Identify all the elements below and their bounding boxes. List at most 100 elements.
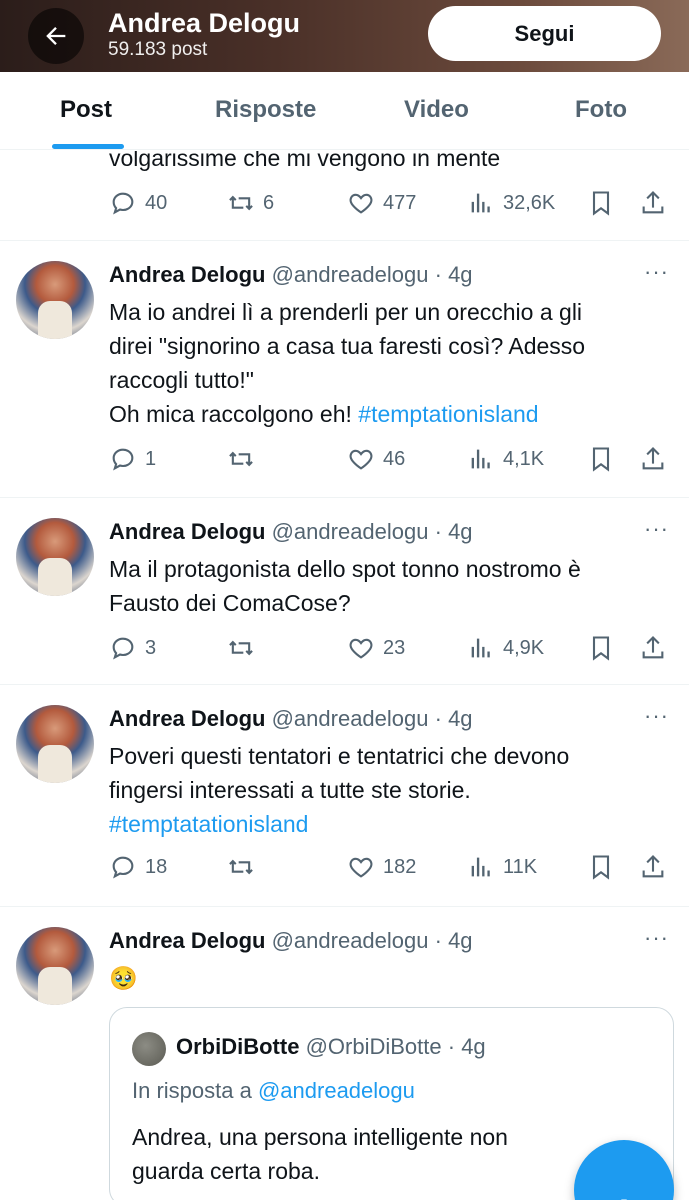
share-icon (642, 191, 664, 214)
like-button[interactable]: 182 (347, 851, 416, 883)
like-button[interactable]: 477 (347, 187, 416, 219)
author-name[interactable]: Andrea Delogu (109, 519, 265, 544)
reply-prefix: In risposta a (132, 1078, 252, 1103)
tab-foto[interactable]: Foto (575, 96, 627, 124)
tweet-text: 🥹 (109, 965, 138, 991)
view-count: 11K (503, 855, 538, 878)
profile-tabs: Post Risposte Video Foto (0, 72, 689, 150)
share-button[interactable] (639, 187, 667, 219)
views-button[interactable]: 4,9K (467, 632, 544, 664)
author-handle: @andreadelogu (271, 262, 429, 287)
hashtag-link[interactable]: #temptationisland (358, 401, 538, 427)
retweet-icon (229, 195, 253, 211)
like-count: 46 (383, 447, 406, 470)
tab-video[interactable]: Video (404, 96, 469, 124)
tweet-meta: Andrea Delogu @andreadelogu · 4g (109, 705, 473, 733)
views-button[interactable]: 4,1K (467, 443, 544, 475)
share-icon (642, 636, 664, 659)
bookmark-button[interactable] (587, 632, 615, 664)
tweet-time: · 4g (434, 928, 473, 953)
active-tab-indicator (52, 144, 124, 149)
bookmark-icon (592, 855, 610, 880)
heart-icon (349, 638, 373, 659)
tweet-text: volgarissime che mi vengono in mente (109, 151, 501, 171)
heart-icon (349, 449, 373, 470)
like-button[interactable]: 23 (347, 632, 405, 664)
avatar[interactable] (16, 927, 94, 1005)
bookmark-button[interactable] (587, 851, 615, 883)
tweet-partial[interactable]: volgarissime che mi vengono in mente 40 … (0, 151, 689, 241)
share-button[interactable] (639, 632, 667, 664)
reply-icon (112, 856, 134, 879)
heart-icon (349, 193, 373, 214)
profile-header: Andrea Delogu 59.183 post Segui (0, 0, 689, 72)
author-name[interactable]: Andrea Delogu (109, 262, 265, 287)
tweet-time: · 4g (434, 262, 473, 287)
avatar[interactable] (16, 518, 94, 596)
avatar[interactable] (16, 705, 94, 783)
quote-author-name: OrbiDiBotte (176, 1034, 300, 1059)
like-button[interactable]: 46 (347, 443, 405, 475)
reply-count: 3 (145, 636, 157, 659)
more-options-icon[interactable]: ··· (644, 703, 669, 729)
tweet-text: Ma io andrei lì a prenderli per un orecc… (109, 295, 674, 431)
tweet-meta: Andrea Delogu @andreadelogu · 4g (109, 518, 473, 546)
retweet-icon (229, 859, 253, 875)
like-count: 182 (383, 855, 417, 878)
tweet-text: Ma il protagonista dello spot tonno nost… (109, 556, 581, 616)
reply-button[interactable]: 40 (109, 187, 167, 219)
follow-button[interactable]: Segui (428, 6, 661, 61)
tweet-time: · 4g (434, 519, 473, 544)
reply-mention-link[interactable]: @andreadelogu (258, 1078, 415, 1103)
tweet[interactable]: Andrea Delogu @andreadelogu · 4g ··· Ma … (0, 498, 689, 685)
author-name[interactable]: Andrea Delogu (109, 928, 265, 953)
quote-meta: OrbiDiBotte @OrbiDiBotte · 4g (176, 1034, 486, 1060)
author-name[interactable]: Andrea Delogu (109, 706, 265, 731)
tweet-text: Poveri questi tentatori e tentatrici che… (109, 739, 674, 841)
retweet-button[interactable] (227, 443, 255, 475)
like-count: 477 (383, 191, 417, 214)
tweet[interactable]: Andrea Delogu @andreadelogu · 4g ··· Pov… (0, 685, 689, 907)
tweet-actions: 18 182 11K (109, 851, 674, 883)
quote-text: Andrea, una persona intelligente non gua… (132, 1124, 508, 1184)
reply-button[interactable]: 18 (109, 851, 167, 883)
retweet-button[interactable]: 6 (227, 187, 274, 219)
views-button[interactable]: 11K (467, 851, 537, 883)
share-button[interactable] (639, 443, 667, 475)
tab-risposte[interactable]: Risposte (215, 96, 316, 124)
quote-reply-context: In risposta a @andreadelogu (132, 1078, 415, 1104)
back-button[interactable] (28, 8, 84, 64)
bookmark-button[interactable] (587, 443, 615, 475)
more-options-icon[interactable]: ··· (644, 259, 669, 285)
tweet-time: · 4g (434, 706, 473, 731)
bookmark-button[interactable] (587, 187, 615, 219)
reply-icon (112, 448, 134, 471)
reply-button[interactable]: 1 (109, 443, 156, 475)
retweet-icon (229, 451, 253, 467)
bookmark-icon (592, 191, 610, 216)
tab-post[interactable]: Post (60, 96, 112, 124)
reply-icon (112, 192, 134, 215)
share-icon (642, 447, 664, 470)
reply-count: 40 (145, 191, 168, 214)
views-button[interactable]: 32,6K (467, 187, 555, 219)
reply-count: 1 (145, 447, 157, 470)
analytics-icon (471, 857, 490, 877)
like-count: 23 (383, 636, 406, 659)
more-options-icon[interactable]: ··· (644, 516, 669, 542)
bookmark-icon (592, 636, 610, 661)
author-handle: @andreadelogu (271, 706, 429, 731)
more-options-icon[interactable]: ··· (644, 925, 669, 951)
retweet-button[interactable] (227, 632, 255, 664)
arrow-left-icon (46, 27, 66, 45)
share-icon (642, 855, 664, 878)
avatar[interactable] (16, 261, 94, 339)
reply-button[interactable]: 3 (109, 632, 156, 664)
retweet-count: 6 (263, 191, 275, 214)
share-button[interactable] (639, 851, 667, 883)
tweet[interactable]: Andrea Delogu @andreadelogu · 4g ··· Ma … (0, 241, 689, 498)
retweet-button[interactable] (227, 851, 255, 883)
quote-author-handle: @OrbiDiBotte (305, 1034, 442, 1059)
analytics-icon (471, 638, 490, 658)
hashtag-link[interactable]: #temptatationisland (109, 811, 308, 837)
